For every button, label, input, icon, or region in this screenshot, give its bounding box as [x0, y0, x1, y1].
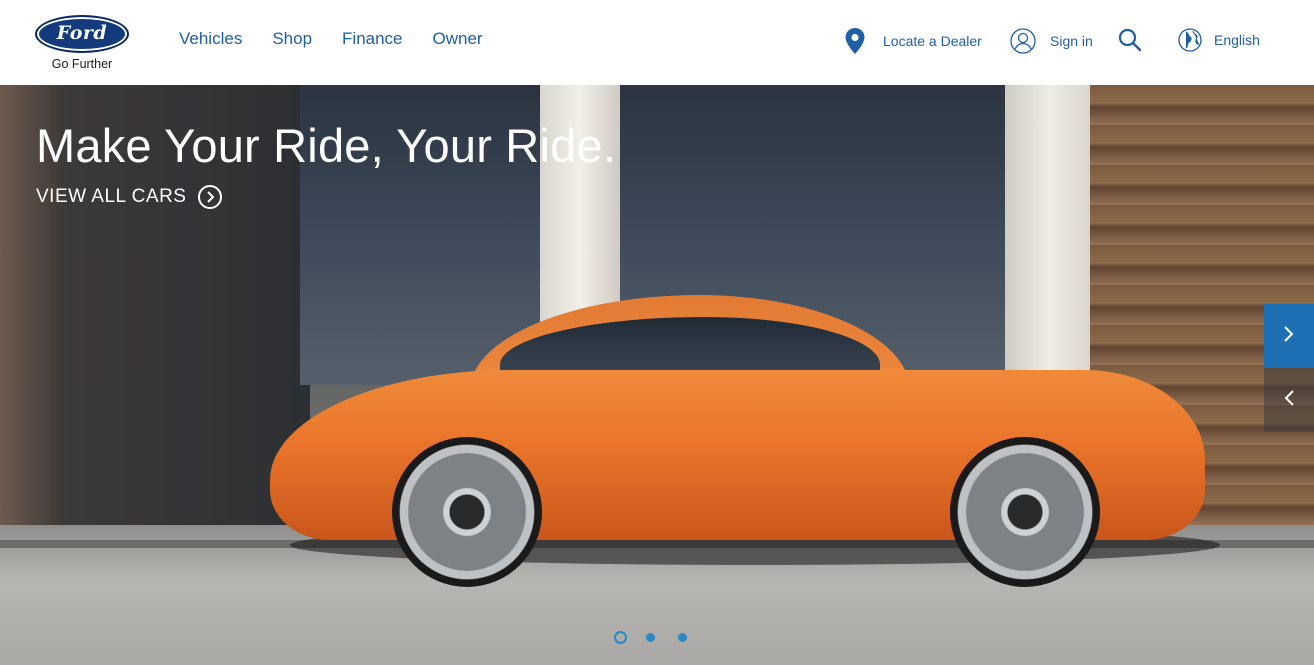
- carousel-dot-2[interactable]: [646, 633, 655, 642]
- language-selector[interactable]: English: [1178, 28, 1260, 52]
- site-header: Ford Go Further Vehicles Shop Finance Ow…: [0, 0, 1314, 85]
- car-wheel: [950, 437, 1100, 587]
- logo-wordmark: Ford: [56, 22, 108, 44]
- search-icon: [1118, 28, 1142, 52]
- user-icon: [1010, 28, 1036, 54]
- language-label: English: [1214, 32, 1260, 48]
- ford-logo[interactable]: Ford Go Further: [35, 15, 130, 73]
- chevron-right-circle-icon: [198, 185, 223, 209]
- chevron-right-icon: [1283, 325, 1295, 348]
- carousel-dot-3[interactable]: [678, 633, 687, 642]
- nav-vehicles[interactable]: Vehicles: [179, 29, 242, 49]
- nav-shop[interactable]: Shop: [272, 29, 312, 49]
- carousel-next-button[interactable]: [1264, 304, 1314, 368]
- nav-finance[interactable]: Finance: [342, 29, 402, 49]
- view-all-cars-label: VIEW ALL CARS: [36, 186, 187, 207]
- globe-icon: [1178, 28, 1202, 52]
- sign-in-label: Sign in: [1050, 33, 1093, 49]
- carousel-dot-1[interactable]: [614, 631, 627, 644]
- search-button[interactable]: [1118, 28, 1142, 52]
- map-pin-icon: [845, 28, 865, 54]
- locate-dealer-label: Locate a Dealer: [883, 33, 982, 49]
- main-nav: Vehicles Shop Finance Owner: [179, 29, 513, 49]
- sign-in-link[interactable]: Sign in: [1010, 28, 1093, 54]
- logo-tagline: Go Further: [51, 57, 113, 71]
- carousel-prev-button[interactable]: [1264, 368, 1314, 432]
- hero-headline: Make Your Ride, Your Ride.: [36, 119, 617, 172]
- nav-owner[interactable]: Owner: [433, 29, 483, 49]
- carousel-pagination: [614, 631, 710, 644]
- chevron-left-icon: [1283, 389, 1295, 412]
- hero-carousel: Make Your Ride, Your Ride. VIEW ALL CARS: [0, 85, 1314, 665]
- locate-dealer-link[interactable]: Locate a Dealer: [845, 28, 982, 54]
- view-all-cars-link[interactable]: VIEW ALL CARS: [36, 185, 223, 209]
- car-wheel: [392, 437, 542, 587]
